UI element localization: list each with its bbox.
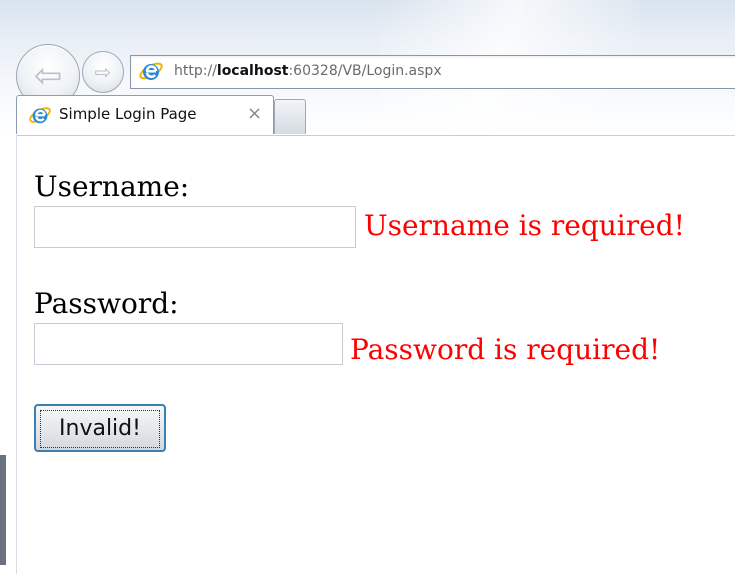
- close-icon[interactable]: ×: [247, 96, 262, 132]
- username-label: Username:: [34, 170, 190, 203]
- submit-button[interactable]: Invalid!: [34, 404, 166, 452]
- password-input[interactable]: [34, 323, 343, 365]
- tab-strip: Simple Login Page ×: [0, 95, 735, 136]
- submit-button-label: Invalid!: [40, 410, 160, 448]
- password-label: Password:: [34, 287, 179, 320]
- tab-simple-login-page[interactable]: Simple Login Page ×: [16, 95, 274, 134]
- username-error: Username is required!: [364, 209, 685, 242]
- back-arrow-icon: ⇦: [33, 56, 63, 96]
- username-input[interactable]: [34, 206, 356, 248]
- content-border: [16, 135, 735, 136]
- internet-explorer-icon: [139, 62, 163, 80]
- rail-shadow: [0, 455, 6, 565]
- forward-arrow-icon: ⇨: [94, 60, 112, 84]
- url-host: localhost: [216, 63, 289, 79]
- address-url[interactable]: http://localhost:60328/VB/Login.aspx: [174, 58, 442, 84]
- forward-button[interactable]: ⇨: [82, 51, 124, 93]
- tab-title: Simple Login Page: [59, 105, 197, 123]
- internet-explorer-icon: [29, 107, 51, 124]
- password-error: Password is required!: [350, 333, 661, 366]
- new-tab-button[interactable]: [274, 99, 306, 134]
- url-prefix: http://: [174, 63, 217, 79]
- url-path: :60328/VB/Login.aspx: [288, 63, 442, 79]
